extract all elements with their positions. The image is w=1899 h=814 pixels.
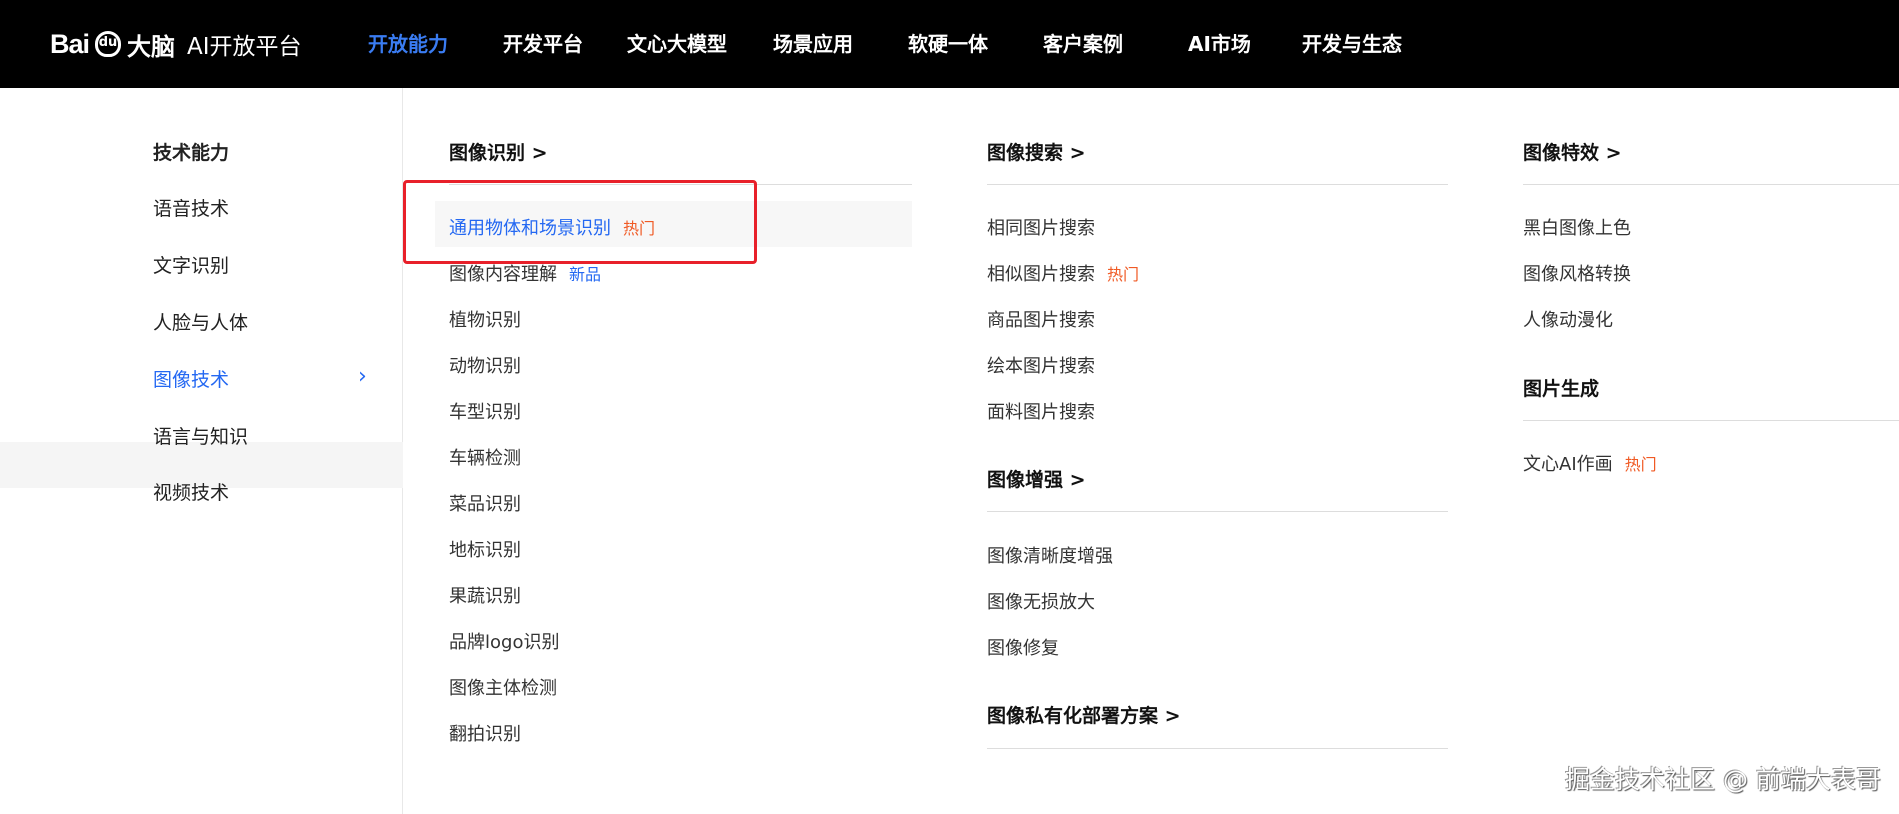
menu-item-label: 植物识别: [449, 310, 521, 331]
menu-item[interactable]: 人像动漫化: [1523, 306, 1613, 332]
menu-item[interactable]: 黑白图像上色: [1523, 214, 1631, 240]
heading-image-generation: 图片生成: [1523, 378, 1600, 400]
divider: [1523, 420, 1899, 421]
menu-item[interactable]: 车辆检测: [449, 444, 521, 470]
sidebar-item-ocr[interactable]: 文字识别: [153, 251, 229, 278]
nav-ai-market[interactable]: AI市场: [1188, 28, 1251, 57]
nav-ecosystem[interactable]: 开发与生态: [1302, 28, 1402, 57]
menu-item-ernie-vilg[interactable]: 文心AI作画 热门: [1523, 450, 1657, 476]
menu-item[interactable]: 相似图片搜索 热门: [987, 260, 1139, 286]
nav-scenarios[interactable]: 场景应用: [773, 28, 853, 57]
sidebar-item-image[interactable]: 图像技术: [153, 365, 229, 392]
heading-image-recognition[interactable]: 图像识别 >: [449, 138, 548, 165]
heading-private-deploy[interactable]: 图像私有化部署方案 >: [987, 701, 1181, 728]
menu-item[interactable]: 果蔬识别: [449, 582, 521, 608]
paw-icon: du: [95, 31, 122, 57]
sidebar-item-speech[interactable]: 语音技术: [153, 194, 229, 221]
sidebar-title: 技术能力: [153, 142, 230, 164]
menu-item-label: 相同图片搜索: [987, 218, 1095, 239]
menu-item-label: 文心AI作画: [1523, 454, 1613, 475]
menu-item-label: 地标识别: [449, 540, 521, 561]
hot-badge: 热门: [1107, 265, 1140, 284]
logo-name: 大脑: [127, 32, 176, 61]
menu-item-label: 相似图片搜索: [987, 264, 1095, 285]
menu-item[interactable]: 图像主体检测: [449, 674, 557, 700]
divider: [987, 748, 1448, 749]
menu-item-label: 图像内容理解: [449, 264, 557, 285]
menu-item-label: 车辆检测: [449, 448, 521, 469]
menu-item-label: 果蔬识别: [449, 586, 521, 607]
watermark: 掘金技术社区 @ 前端大表哥: [1565, 765, 1881, 794]
menu-item-label: 车型识别: [449, 402, 521, 423]
menu-item-label: 面料图片搜索: [987, 402, 1095, 423]
sidebar: 技术能力 语音技术 文字识别 人脸与人体 图像技术 语言与知识 视频技术: [0, 88, 403, 814]
menu-item[interactable]: 动物识别: [449, 352, 521, 378]
divider: [1523, 184, 1899, 185]
menu-item[interactable]: 面料图片搜索: [987, 398, 1095, 424]
menu-item[interactable]: 图像无损放大: [987, 588, 1095, 614]
menu-item[interactable]: 绘本图片搜索: [987, 352, 1095, 378]
menu-item[interactable]: 地标识别: [449, 536, 521, 562]
menu-item-label: 动物识别: [449, 356, 521, 377]
nav-cases[interactable]: 客户案例: [1043, 28, 1123, 57]
menu-item-label: 品牌logo识别: [449, 632, 560, 653]
heading-image-enhance[interactable]: 图像增强 >: [987, 465, 1086, 492]
top-header: Bai du 大脑 AI开放平台 开放能力 开发平台 文心大模型 场景应用 软硬…: [0, 0, 1899, 88]
menu-item-label: 商品图片搜索: [987, 310, 1095, 331]
menu-item[interactable]: 品牌logo识别: [449, 628, 559, 654]
menu-item[interactable]: 翻拍识别: [449, 720, 521, 746]
hot-badge: 热门: [1624, 455, 1657, 474]
annotation-highlight-box: [403, 180, 757, 264]
nav-ernie[interactable]: 文心大模型: [627, 28, 727, 57]
heading-image-effects[interactable]: 图像特效 >: [1523, 138, 1622, 165]
sidebar-item-nlp[interactable]: 语言与知识: [153, 422, 248, 449]
divider: [987, 511, 1448, 512]
nav-hardware[interactable]: 软硬一体: [908, 28, 988, 57]
heading-image-search[interactable]: 图像搜索 >: [987, 138, 1086, 165]
menu-item[interactable]: 图像修复: [987, 634, 1059, 660]
nav-open-capabilities[interactable]: 开放能力: [368, 28, 448, 57]
menu-item-label: 翻拍识别: [449, 724, 521, 745]
menu-item[interactable]: 商品图片搜索: [987, 306, 1095, 332]
menu-item-label: 图像主体检测: [449, 678, 557, 699]
platform-name: AI开放平台: [187, 34, 302, 60]
sidebar-item-video[interactable]: 视频技术: [153, 478, 229, 505]
chevron-right-icon: ›: [358, 364, 367, 389]
nav-dev-platform[interactable]: 开发平台: [503, 28, 583, 57]
menu-item[interactable]: 图像清晰度增强: [987, 542, 1113, 568]
menu-item[interactable]: 车型识别: [449, 398, 521, 424]
sidebar-item-face[interactable]: 人脸与人体: [153, 308, 248, 335]
menu-item-label: 绘本图片搜索: [987, 356, 1095, 377]
menu-item[interactable]: 菜品识别: [449, 490, 521, 516]
divider: [987, 184, 1448, 185]
menu-item[interactable]: 图像风格转换: [1523, 260, 1631, 286]
menu-item[interactable]: 植物识别: [449, 306, 521, 332]
baidu-ai-logo[interactable]: Bai du 大脑 AI开放平台: [50, 24, 302, 64]
new-badge: 新品: [569, 265, 602, 284]
menu-item-label: 菜品识别: [449, 494, 521, 515]
logo-brand: Bai: [50, 28, 90, 59]
menu-item[interactable]: 相同图片搜索: [987, 214, 1095, 240]
